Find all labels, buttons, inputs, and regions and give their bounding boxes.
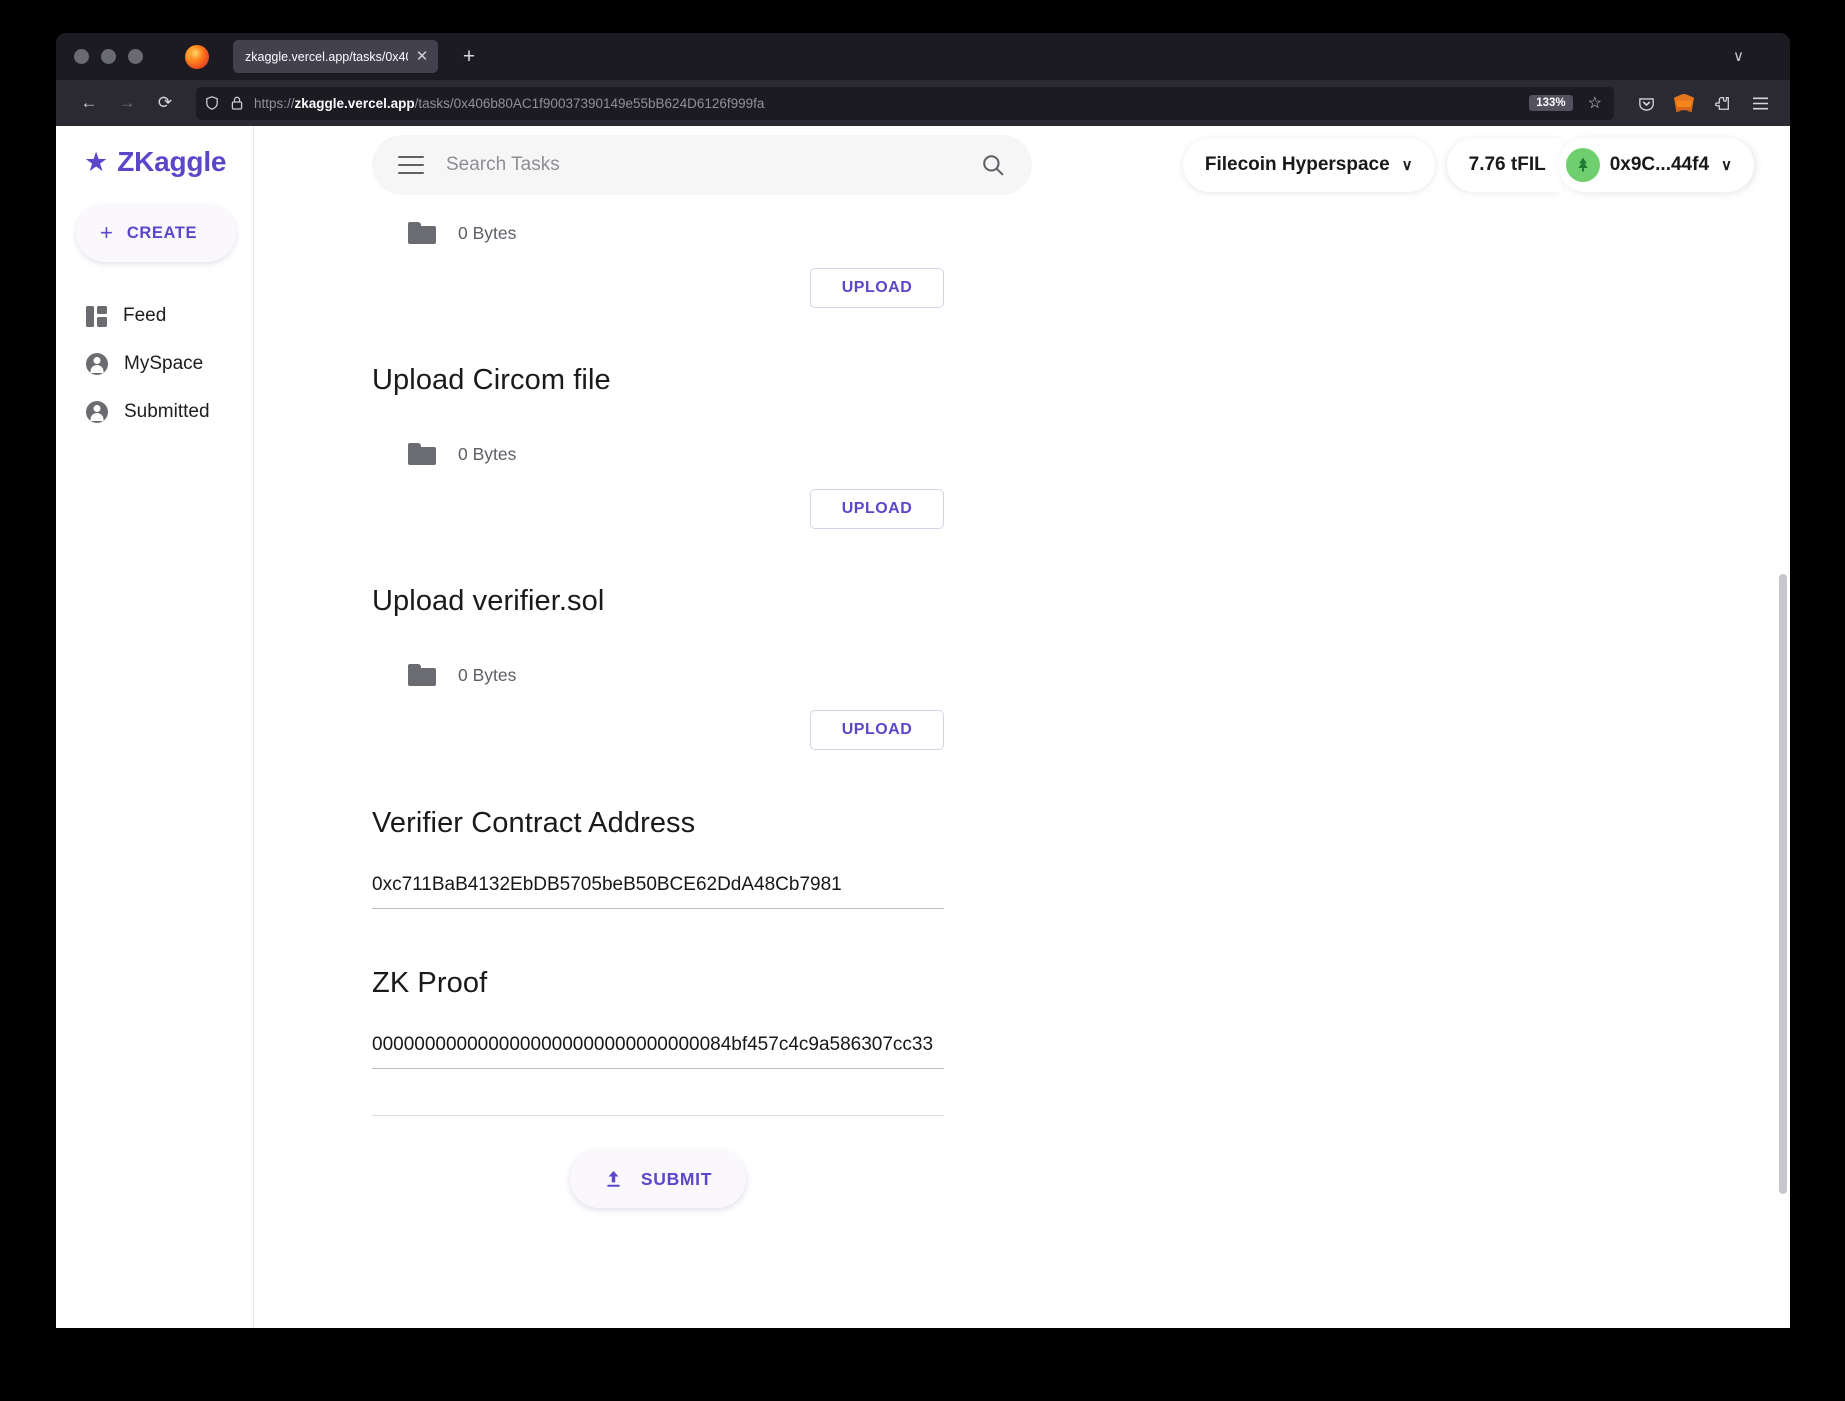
- verifier-contract-field[interactable]: [372, 868, 944, 909]
- file-row: 0 Bytes: [372, 664, 944, 686]
- sidebar-item-submitted[interactable]: Submitted: [56, 388, 253, 436]
- upload-row: UPLOAD: [372, 710, 944, 750]
- person-icon: [86, 401, 108, 423]
- upload-row: UPLOAD: [372, 489, 944, 529]
- tab-title: zkaggle.vercel.app/tasks/0x406b80: [245, 49, 408, 64]
- sidebar-item-label: MySpace: [124, 353, 204, 374]
- sidebar-item-label: Submitted: [124, 401, 210, 422]
- app-sidebar: ★ ZKaggle + CREATE Feed MySpace Submitte…: [56, 126, 254, 1328]
- lock-icon: [231, 96, 243, 110]
- tab-strip: zkaggle.vercel.app/tasks/0x406b80 ✕ + ∨: [56, 33, 1790, 80]
- window-traffic-lights[interactable]: [74, 49, 143, 64]
- bookmark-star-icon[interactable]: ☆: [1588, 93, 1602, 113]
- plus-icon: +: [100, 220, 113, 245]
- create-button[interactable]: + CREATE: [76, 204, 236, 262]
- browser-tab[interactable]: zkaggle.vercel.app/tasks/0x406b80 ✕: [233, 40, 438, 73]
- verifier-contract-input[interactable]: [372, 868, 944, 909]
- reload-button[interactable]: ⟳: [148, 87, 182, 119]
- maximize-window-button[interactable]: [128, 49, 143, 64]
- pocket-icon[interactable]: [1632, 89, 1660, 117]
- section-title: Upload verifier.sol: [372, 585, 605, 617]
- chevron-down-icon: ∨: [1721, 157, 1732, 174]
- submit-button-label: SUBMIT: [640, 1168, 713, 1189]
- zk-proof-field[interactable]: [372, 1028, 944, 1069]
- new-tab-button[interactable]: +: [456, 46, 482, 67]
- zoom-level-badge[interactable]: 133%: [1529, 95, 1573, 111]
- upload-button[interactable]: UPLOAD: [810, 268, 944, 308]
- folder-icon: [408, 664, 436, 686]
- search-icon[interactable]: [980, 152, 1006, 178]
- url-text: https://zkaggle.vercel.app/tasks/0x406b8…: [254, 95, 765, 111]
- upload-button[interactable]: UPLOAD: [810, 710, 944, 750]
- sidebar-item-myspace[interactable]: MySpace: [56, 340, 253, 388]
- back-button[interactable]: ←: [72, 87, 106, 119]
- close-tab-icon[interactable]: ✕: [414, 49, 430, 64]
- avatar: [1565, 148, 1600, 182]
- browser-window: zkaggle.vercel.app/tasks/0x406b80 ✕ + ∨ …: [56, 33, 1790, 1328]
- upload-button[interactable]: UPLOAD: [810, 489, 944, 529]
- submit-button[interactable]: SUBMIT: [569, 1150, 747, 1208]
- shield-icon: [206, 96, 218, 110]
- page-scrollbar-thumb[interactable]: [1779, 574, 1787, 1194]
- chevron-down-icon: ∨: [1401, 157, 1413, 174]
- section-title: Upload Circom file: [372, 364, 611, 396]
- sidebar-nav: Feed MySpace Submitted: [56, 292, 253, 436]
- menu-icon[interactable]: [398, 155, 424, 175]
- file-size-label: 0 Bytes: [458, 443, 517, 464]
- wallet-account-button[interactable]: 0x9C...44f4 ∨: [1557, 138, 1754, 192]
- search-bar[interactable]: [372, 135, 1032, 195]
- app-topbar: Filecoin Hyperspace ∨ 7.76 tFIL 0x9C...4…: [254, 126, 1790, 204]
- toolbar-right-group: [1632, 89, 1774, 117]
- folder-icon: [408, 222, 436, 244]
- search-input[interactable]: [446, 154, 958, 176]
- upload-row: UPLOAD: [372, 268, 944, 308]
- page-scrollbar[interactable]: [1776, 204, 1790, 1328]
- sidebar-item-feed[interactable]: Feed: [56, 292, 253, 340]
- person-icon: [86, 353, 108, 375]
- zk-proof-input[interactable]: [372, 1028, 944, 1069]
- network-label: Filecoin Hyperspace: [1204, 154, 1390, 175]
- wallet-balance: 7.76 tFIL: [1446, 138, 1562, 192]
- file-row: 0 Bytes: [372, 222, 944, 244]
- main-area: Filecoin Hyperspace ∨ 7.76 tFIL 0x9C...4…: [254, 126, 1790, 1328]
- metamask-extension-icon[interactable]: [1670, 89, 1698, 117]
- feed-icon: [86, 305, 107, 327]
- create-button-label: CREATE: [126, 223, 198, 242]
- app-logo[interactable]: ★ ZKaggle: [56, 134, 253, 178]
- form-column: 0 Bytes UPLOAD Upload Circom file 0 Byte…: [372, 204, 944, 1248]
- submit-row: SUBMIT: [372, 1150, 944, 1208]
- forward-button[interactable]: →: [110, 87, 144, 119]
- star-icon: ★: [84, 146, 109, 177]
- close-window-button[interactable]: [74, 49, 89, 64]
- wallet-controls: Filecoin Hyperspace ∨ 7.76 tFIL 0x9C...4…: [1182, 138, 1754, 192]
- content-scroll-region: 0 Bytes UPLOAD Upload Circom file 0 Byte…: [254, 204, 1790, 1328]
- folder-icon: [408, 443, 436, 465]
- file-row: 0 Bytes: [372, 443, 944, 465]
- zk-proof-label: ZK Proof: [372, 967, 488, 999]
- address-bar[interactable]: https://zkaggle.vercel.app/tasks/0x406b8…: [196, 86, 1614, 120]
- extensions-icon[interactable]: [1708, 89, 1736, 117]
- page-viewport: ★ ZKaggle + CREATE Feed MySpace Submitte…: [56, 126, 1790, 1328]
- balance-label: 7.76 tFIL: [1468, 154, 1546, 175]
- app-menu-icon[interactable]: [1746, 89, 1774, 117]
- minimize-window-button[interactable]: [101, 49, 116, 64]
- account-address: 0x9C...44f4: [1609, 154, 1710, 175]
- upload-icon: [607, 1171, 620, 1187]
- network-selector[interactable]: Filecoin Hyperspace ∨: [1182, 138, 1435, 192]
- brand-name: ZKaggle: [117, 146, 227, 177]
- tree-icon: [1578, 157, 1588, 172]
- file-size-label: 0 Bytes: [458, 664, 517, 685]
- file-size-label: 0 Bytes: [458, 222, 517, 243]
- list-all-tabs-icon[interactable]: ∨: [1733, 47, 1744, 65]
- sidebar-item-label: Feed: [123, 305, 167, 326]
- verifier-contract-label: Verifier Contract Address: [372, 807, 696, 839]
- browser-toolbar: ← → ⟳ https://zkaggle.vercel.app/tasks/0…: [56, 80, 1790, 126]
- firefox-logo-icon: [185, 44, 209, 69]
